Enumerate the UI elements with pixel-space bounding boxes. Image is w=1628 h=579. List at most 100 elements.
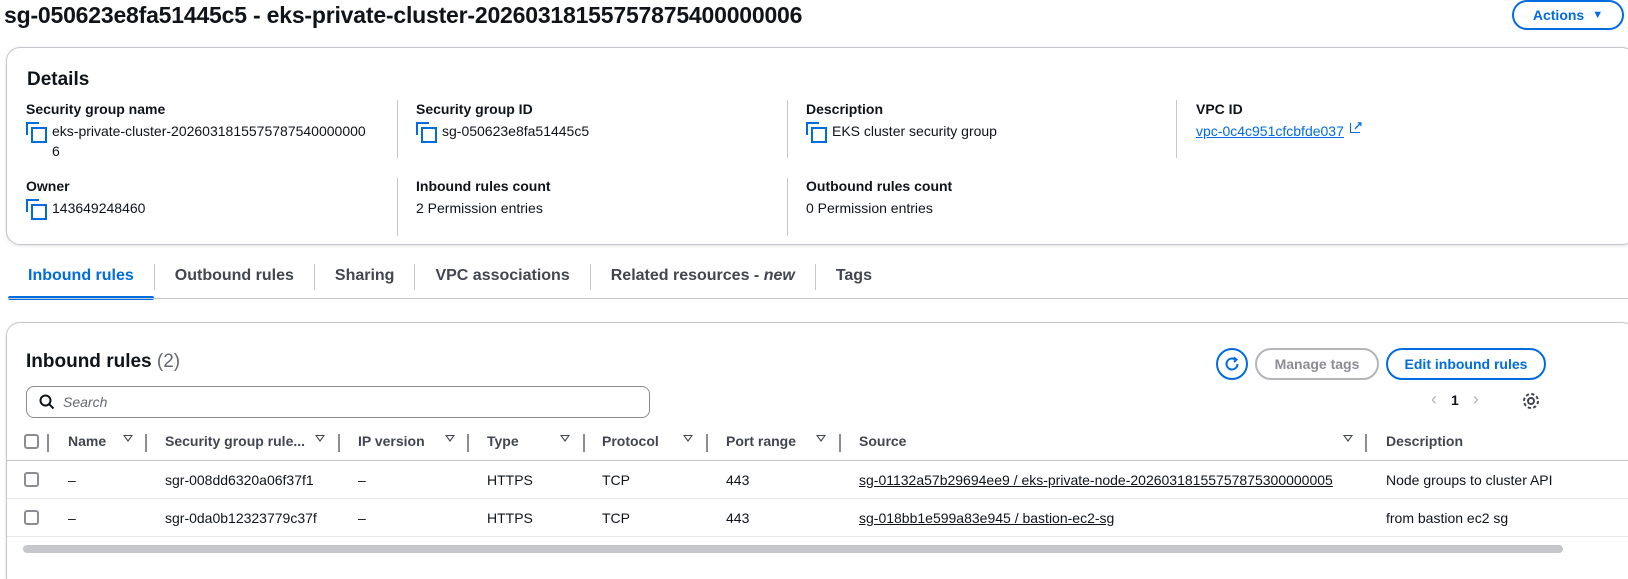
search-icon	[39, 394, 55, 410]
refresh-icon	[1225, 356, 1239, 371]
details-panel: Details Security group name eks-private-…	[6, 47, 1628, 245]
copy-icon[interactable]	[416, 122, 437, 143]
refresh-button[interactable]	[1216, 348, 1248, 380]
details-heading: Details	[27, 69, 90, 90]
pagination: ‹ 1 ›	[1431, 389, 1479, 410]
column-divider	[706, 434, 708, 452]
cell-description: from bastion ec2 sg	[1386, 510, 1509, 526]
cell-ip-version: –	[358, 472, 366, 488]
tab-tags[interactable]: Tags	[816, 258, 892, 298]
owner-field: Owner 143649248460	[26, 178, 406, 220]
cell-rule-id: sgr-008dd6320a06f37f1	[165, 472, 314, 488]
tabs-underline	[8, 298, 1628, 299]
edit-inbound-rules-button[interactable]: Edit inbound rules	[1386, 348, 1546, 380]
sg-id-field: Security group ID sg-050623e8fa51445c5	[416, 101, 796, 143]
tab-bar: Inbound rules Outbound rules Sharing VPC…	[8, 258, 892, 300]
divider	[787, 100, 788, 158]
sg-name-value-wrap: 6	[52, 143, 60, 159]
tab-related-resources[interactable]: Related resources - new	[591, 258, 815, 298]
sort-icon[interactable]	[1343, 435, 1353, 442]
cell-type: HTTPS	[487, 510, 533, 526]
row-checkbox[interactable]	[24, 510, 39, 525]
select-all-checkbox[interactable]	[24, 434, 39, 449]
divider	[397, 100, 398, 158]
tab-outbound-rules[interactable]: Outbound rules	[155, 258, 314, 298]
inbound-rules-panel: Inbound rules (2) Manage tags Edit inbou…	[6, 322, 1628, 579]
column-header-protocol[interactable]: Protocol	[602, 433, 659, 449]
divider	[1176, 100, 1177, 158]
actions-label: Actions	[1532, 7, 1585, 23]
cell-port-range: 443	[726, 510, 750, 526]
sort-icon[interactable]	[123, 435, 133, 442]
cell-port-range: 443	[726, 472, 750, 488]
column-divider	[145, 434, 147, 452]
divider	[787, 178, 788, 236]
column-header-rule-id[interactable]: Security group rule...	[165, 433, 305, 449]
sort-icon[interactable]	[315, 435, 325, 442]
tab-related-resources-label: Related resources -	[610, 267, 764, 284]
gear-icon[interactable]	[1521, 391, 1541, 411]
owner-value: 143649248460	[52, 200, 146, 216]
cell-name: –	[68, 510, 76, 526]
tab-vpc-associations[interactable]: VPC associations	[415, 258, 589, 298]
vpc-id-label: VPC ID	[1196, 101, 1243, 117]
tab-sharing[interactable]: Sharing	[315, 258, 415, 298]
copy-icon[interactable]	[26, 199, 47, 220]
column-header-description[interactable]: Description	[1386, 433, 1463, 449]
sort-icon[interactable]	[445, 435, 455, 442]
sg-name-field: Security group name eks-private-cluster-…	[26, 101, 406, 161]
sg-name-label: Security group name	[26, 101, 166, 117]
tab-inbound-rules[interactable]: Inbound rules	[8, 258, 154, 300]
row-checkbox[interactable]	[24, 472, 39, 487]
cell-source-link[interactable]: sg-01132a57b29694ee9 / eks-private-node-…	[859, 472, 1333, 488]
sort-icon[interactable]	[683, 435, 693, 442]
cell-type: HTTPS	[487, 472, 533, 488]
manage-tags-button[interactable]: Manage tags	[1255, 348, 1379, 380]
column-divider	[47, 434, 49, 452]
cell-protocol: TCP	[602, 510, 630, 526]
outbound-count-field: Outbound rules count 0 Permission entrie…	[806, 178, 1186, 218]
caret-down-icon: ▼	[1592, 9, 1604, 21]
column-divider	[338, 434, 340, 452]
horizontal-scrollbar[interactable]	[23, 545, 1563, 553]
page-number[interactable]: 1	[1451, 392, 1459, 408]
prev-page-icon[interactable]: ‹	[1431, 389, 1437, 410]
table-header: Name Security group rule... IP version T…	[7, 423, 1628, 461]
sort-icon[interactable]	[816, 435, 826, 442]
cell-ip-version: –	[358, 510, 366, 526]
owner-label: Owner	[26, 178, 70, 194]
external-link-icon	[1349, 116, 1363, 136]
column-header-port-range[interactable]: Port range	[726, 433, 796, 449]
rules-title: Inbound rules (2)	[26, 351, 180, 373]
outbound-count-label: Outbound rules count	[806, 178, 953, 194]
cell-rule-id: sgr-0da0b12323779c37f	[165, 510, 317, 526]
column-header-type[interactable]: Type	[487, 433, 519, 449]
vpc-id-link[interactable]: vpc-0c4c951cfcbfde037	[1196, 121, 1344, 141]
search-field[interactable]	[26, 386, 650, 418]
inbound-count-field: Inbound rules count 2 Permission entries	[416, 178, 796, 218]
column-header-ip-version[interactable]: IP version	[358, 433, 425, 449]
column-header-source[interactable]: Source	[859, 433, 906, 449]
page-title: sg-050623e8fa51445c5 - eks-private-clust…	[4, 2, 803, 28]
description-value: EKS cluster security group	[832, 123, 997, 139]
table-row[interactable]: – sgr-008dd6320a06f37f1 – HTTPS TCP 443 …	[7, 461, 1628, 499]
rules-table: Name Security group rule... IP version T…	[7, 423, 1628, 537]
cell-description: Node groups to cluster API	[1386, 472, 1553, 488]
copy-icon[interactable]	[26, 122, 47, 143]
description-label: Description	[806, 101, 884, 117]
column-header-name[interactable]: Name	[68, 433, 106, 449]
rules-title-text: Inbound rules	[26, 351, 152, 372]
sg-id-label: Security group ID	[416, 101, 533, 117]
search-input[interactable]	[63, 394, 623, 410]
table-row[interactable]: – sgr-0da0b12323779c37f – HTTPS TCP 443 …	[7, 499, 1628, 537]
actions-button[interactable]: Actions ▼	[1512, 0, 1624, 30]
column-divider	[583, 434, 585, 452]
inbound-count-label: Inbound rules count	[416, 178, 551, 194]
cell-source-link[interactable]: sg-018bb1e599a83e945 / bastion-ec2-sg	[859, 510, 1114, 526]
next-page-icon[interactable]: ›	[1473, 389, 1479, 410]
sort-icon[interactable]	[560, 435, 570, 442]
copy-icon[interactable]	[806, 122, 827, 143]
cell-protocol: TCP	[602, 472, 630, 488]
column-divider	[467, 434, 469, 452]
sg-id-value: sg-050623e8fa51445c5	[442, 123, 590, 139]
